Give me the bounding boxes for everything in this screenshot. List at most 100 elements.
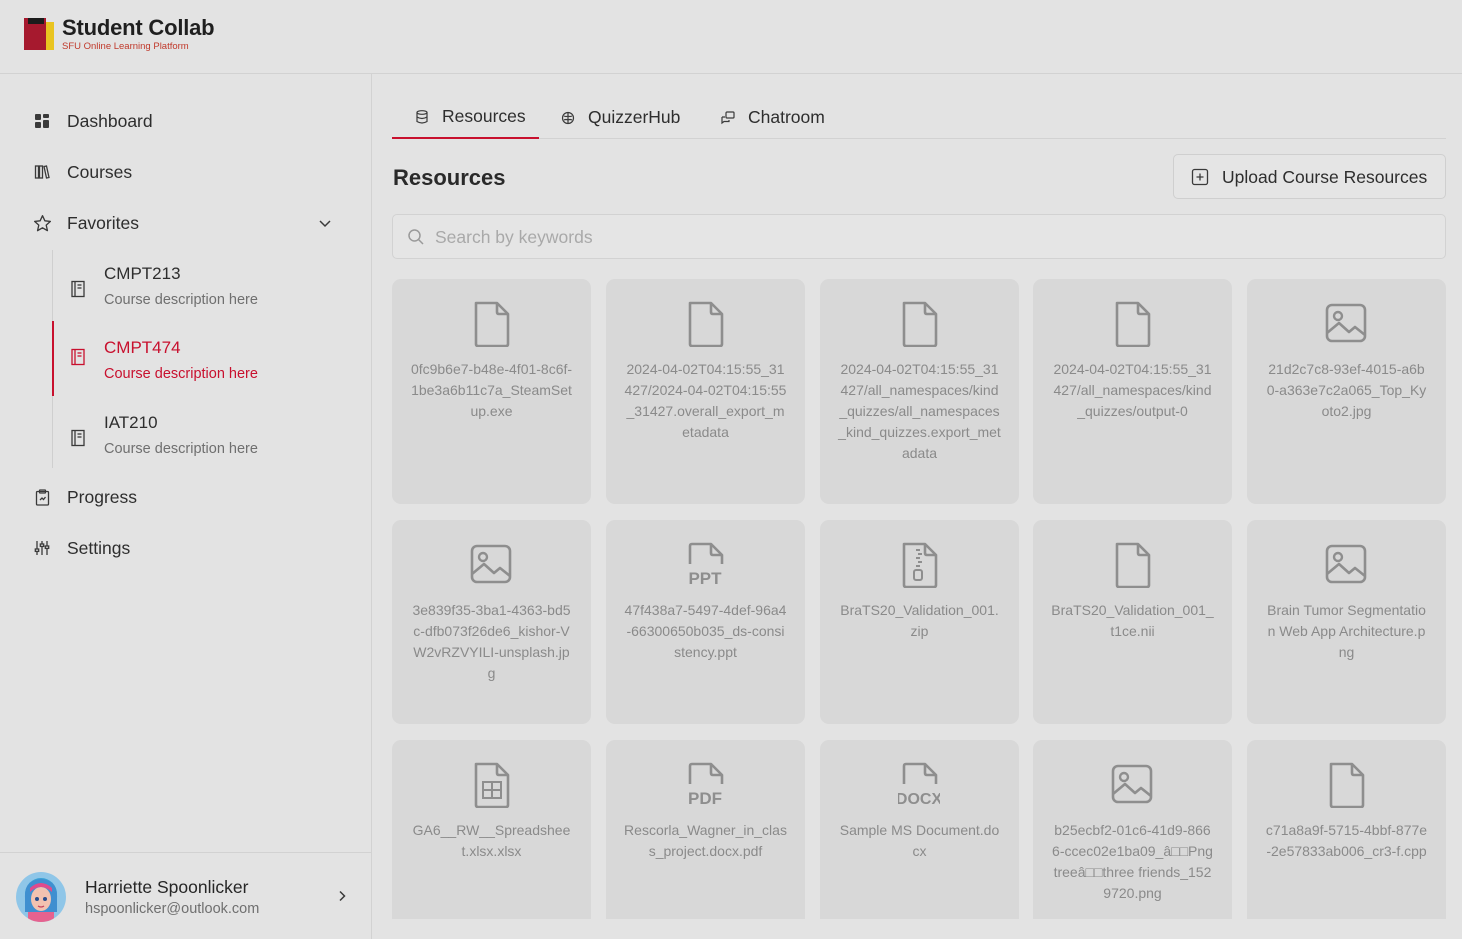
resource-file-name: 47f438a7-5497-4def-96a4-66300650b035_ds-…	[624, 602, 787, 660]
ppt-icon: PPT	[688, 542, 724, 588]
docx-icon: DOCX	[898, 762, 940, 808]
image-icon	[1325, 303, 1367, 343]
book-icon	[71, 429, 85, 447]
user-email: hspoonlicker@outlook.com	[85, 901, 260, 917]
resource-file-name: 2024-04-02T04:15:55_31427/all_namespaces…	[1053, 361, 1212, 419]
resource-card[interactable]: DOCX Sample MS Document.docx	[820, 740, 1019, 919]
chevron-down-icon[interactable]	[316, 214, 334, 232]
plus-square-icon	[1191, 168, 1209, 186]
app-header: Student Collab SFU Online Learning Platf…	[0, 0, 1462, 74]
sidebar-item-favorites[interactable]: Favorites	[0, 203, 372, 243]
sidebar-label-dashboard: Dashboard	[67, 110, 153, 131]
resource-file-name: Rescorla_Wagner_in_class_project.docx.pd…	[624, 822, 787, 859]
favorite-course-cmpt474[interactable]: CMPT474 Course description here	[52, 321, 362, 396]
search-input[interactable]	[435, 223, 1415, 251]
tab-label: Chatroom	[748, 107, 825, 127]
resource-file-name: Brain Tumor Segmentation Web App Archite…	[1267, 602, 1426, 660]
favorite-course-cmpt213[interactable]: CMPT213 Course description here	[52, 258, 362, 320]
book-icon	[71, 348, 85, 366]
resource-file-name: GA6__RW__Spreadsheet.xlsx.xlsx	[412, 822, 571, 859]
page-title: Resources	[393, 165, 506, 190]
sliders-icon	[32, 538, 52, 558]
file-icon	[1115, 301, 1151, 347]
resource-card[interactable]: 3e839f35-3ba1-4363-bd5c-dfb073f26de6_kis…	[392, 520, 591, 724]
resource-card[interactable]: BraTS20_Validation_001_t1ce.nii	[1033, 520, 1232, 724]
star-icon	[32, 213, 52, 233]
resource-card[interactable]: b25ecbf2-01c6-41d9-8666-ccec02e1ba09_â□□…	[1033, 740, 1232, 919]
sidebar-label-favorites: Favorites	[67, 212, 139, 233]
resource-card[interactable]: PDF Rescorla_Wagner_in_class_project.docx…	[606, 740, 805, 919]
sidebar-item-dashboard[interactable]: Dashboard	[0, 101, 372, 141]
avatar[interactable]	[16, 872, 66, 922]
sidebar-label-courses: Courses	[67, 161, 133, 182]
course-code: CMPT213	[104, 264, 181, 283]
resource-file-name: Sample MS Document.docx	[839, 822, 1000, 859]
sidebar-item-progress[interactable]: Progress	[0, 477, 372, 517]
image-icon	[1325, 544, 1367, 584]
resource-card[interactable]: BraTS20_Validation_001.zip	[820, 520, 1019, 724]
bottom-strip	[372, 919, 1462, 939]
course-description: Course description here	[104, 292, 258, 308]
chevron-right-icon[interactable]	[334, 888, 350, 904]
course-code: IAT210	[104, 413, 158, 432]
resource-card[interactable]: Brain Tumor Segmentation Web App Archite…	[1247, 520, 1446, 724]
resource-file-name: 0fc9b6e7-b48e-4f01-8c6f-1be3a6b11c7a_Ste…	[410, 361, 573, 419]
resource-card[interactable]: 2024-04-02T04:15:55_31427/all_namespaces…	[1033, 279, 1232, 504]
user-name: Harriette Spoonlicker	[85, 877, 249, 897]
dashboard-icon	[32, 111, 52, 131]
upload-button-label: Upload Course Resources	[1222, 167, 1428, 187]
svg-text:PDF: PDF	[688, 789, 722, 808]
main-tabs: Resources QuizzerHub Chatroom	[392, 96, 1446, 139]
resource-file-name: b25ecbf2-01c6-41d9-8666-ccec02e1ba09_â□□…	[1052, 822, 1213, 901]
sidebar-label-progress: Progress	[67, 486, 138, 507]
tab-label: Resources	[442, 106, 526, 126]
favorite-course-iat210[interactable]: IAT210 Course description here	[52, 407, 362, 469]
brain-icon	[560, 110, 576, 126]
library-icon	[32, 162, 52, 182]
image-icon	[1111, 764, 1153, 804]
resource-file-name: 2024-04-02T04:15:55_31427/all_namespaces…	[838, 361, 1001, 461]
svg-text:DOCX: DOCX	[898, 791, 940, 808]
file-icon	[1115, 542, 1151, 588]
course-code: CMPT474	[104, 338, 181, 357]
course-description: Course description here	[104, 441, 258, 457]
resource-file-name: 2024-04-02T04:15:55_31427/2024-04-02T04:…	[624, 361, 787, 440]
book-icon	[71, 280, 85, 298]
resource-card[interactable]: 0fc9b6e7-b48e-4f01-8c6f-1be3a6b11c7a_Ste…	[392, 279, 591, 504]
zip-icon	[902, 542, 938, 588]
resource-card[interactable]: 21d2c7c8-93ef-4015-a6b0-a363e7c2a065_Top…	[1247, 279, 1446, 504]
logo-icon[interactable]	[24, 18, 56, 50]
resource-file-name: 21d2c7c8-93ef-4015-a6b0-a363e7c2a065_Top…	[1266, 361, 1427, 419]
spreadsheet-icon	[474, 762, 510, 808]
user-profile[interactable]: Harriette Spoonlicker hspoonlicker@outlo…	[0, 852, 372, 939]
app-title[interactable]: Student Collab	[62, 15, 215, 41]
file-icon	[1329, 762, 1365, 808]
resource-card[interactable]: c71a8a9f-5715-4bbf-877e-2e57833ab006_cr3…	[1247, 740, 1446, 919]
svg-text:PPT: PPT	[688, 569, 722, 588]
tab-label: QuizzerHub	[588, 107, 681, 127]
chat-icon	[720, 110, 736, 126]
search-icon	[408, 229, 424, 245]
file-icon	[688, 301, 724, 347]
tab-quizzerhub[interactable]: QuizzerHub	[560, 96, 680, 139]
resource-card[interactable]: PPT 47f438a7-5497-4def-96a4-66300650b035_…	[606, 520, 805, 724]
resource-card[interactable]: GA6__RW__Spreadsheet.xlsx.xlsx	[392, 740, 591, 919]
resource-card[interactable]: 2024-04-02T04:15:55_31427/2024-04-02T04:…	[606, 279, 805, 504]
resource-file-name: 3e839f35-3ba1-4363-bd5c-dfb073f26de6_kis…	[412, 602, 571, 681]
resource-file-name: BraTS20_Validation_001.zip	[840, 602, 999, 639]
resource-card[interactable]: 2024-04-02T04:15:55_31427/all_namespaces…	[820, 279, 1019, 504]
file-icon	[474, 301, 510, 347]
resource-file-name: c71a8a9f-5715-4bbf-877e-2e57833ab006_cr3…	[1265, 822, 1428, 859]
upload-resources-button[interactable]: Upload Course Resources	[1173, 154, 1446, 199]
sidebar-item-courses[interactable]: Courses	[0, 152, 372, 192]
database-icon	[414, 109, 430, 125]
search-bar[interactable]	[392, 214, 1446, 259]
resource-file-name: BraTS20_Validation_001_t1ce.nii	[1051, 602, 1214, 639]
resource-grid: 0fc9b6e7-b48e-4f01-8c6f-1be3a6b11c7a_Ste…	[392, 279, 1446, 919]
clipboard-icon	[32, 487, 52, 507]
tab-resources[interactable]: Resources	[392, 96, 539, 139]
sidebar-item-settings[interactable]: Settings	[0, 528, 372, 568]
sidebar: Dashboard Courses Favorites CMPT213 Cour…	[0, 74, 372, 939]
app-subtitle: SFU Online Learning Platform	[62, 41, 189, 52]
tab-chatroom[interactable]: Chatroom	[720, 96, 825, 139]
